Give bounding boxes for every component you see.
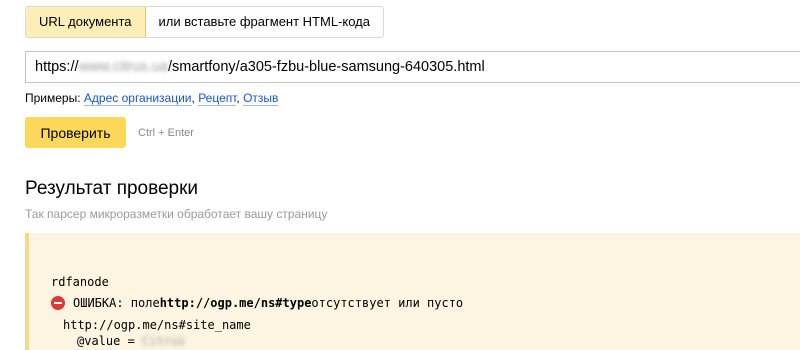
examples-label: Примеры: [25,91,81,105]
example-link-review[interactable]: Отзыв [243,91,279,106]
source-tabs: URL документа или вставьте фрагмент HTML… [25,6,384,38]
tab-url-document[interactable]: URL документа [26,7,146,37]
url-path: /smartfony/a305-fzbu-blue-samsung-640305… [167,59,485,75]
tab-html-fragment[interactable]: или вставьте фрагмент HTML-кода [145,7,383,37]
result-subtitle: Так парсер микроразметки обработает вашу… [25,207,328,221]
example-link-recipe[interactable]: Рецепт [198,91,237,106]
error-field: http://ogp.me/ns#type [159,296,312,310]
site-name-property: http://ogp.me/ns#site_name [63,318,251,332]
shortcut-hint: Ctrl + Enter [138,127,194,139]
examples-row: Примеры: Адрес организации, Рецепт, Отзы… [25,90,279,106]
check-button[interactable]: Проверить [25,117,126,148]
value-blurred: Citrus [142,334,186,348]
rdfa-node-line: rdfanode [51,275,109,289]
url-input[interactable]: https://www.citrus.ua/smartfony/a305-fzb… [25,51,800,83]
value-key: @value = [77,334,143,348]
result-panel: rdfanode ОШИБКА: поле http://ogp.me/ns#t… [25,233,800,350]
result-title: Результат проверки [25,178,199,199]
error-prefix: ОШИБКА: поле [73,296,160,310]
error-icon [51,296,65,310]
error-line: ОШИБКА: поле http://ogp.me/ns#type отсут… [51,296,463,310]
url-domain-blurred: www.citrus.ua [78,59,168,75]
example-link-organization[interactable]: Адрес организации [83,91,192,106]
url-prefix: https:// [35,59,79,75]
value-line: @value = Citrus [77,334,185,348]
error-suffix: отсутствует или пусто [311,296,464,310]
